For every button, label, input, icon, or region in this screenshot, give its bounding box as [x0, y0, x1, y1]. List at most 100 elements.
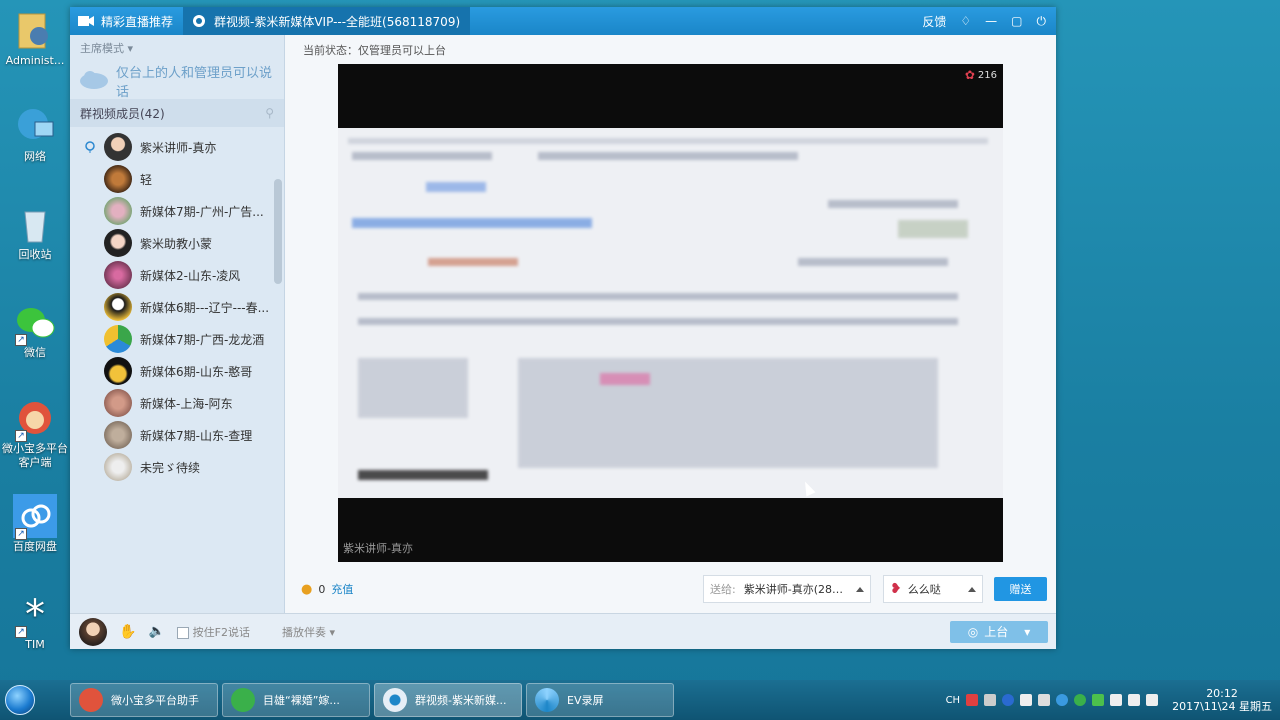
ime-icon[interactable]: [966, 694, 979, 706]
desktop-icon-label: 微小宝多平台客户端: [2, 442, 68, 469]
send-to-select[interactable]: 送给: 紫米讲师-真亦(2805...: [703, 575, 871, 603]
push-to-talk-toggle[interactable]: 按住F2说话: [176, 624, 250, 640]
desktop-icon-network[interactable]: 网络: [2, 104, 68, 164]
title-actions: 反馈 ♢ — ▢ ⏻: [922, 13, 1056, 30]
start-button[interactable]: [0, 680, 40, 720]
microphone-icon[interactable]: [1020, 694, 1033, 706]
member-name: 新媒体6期-山东-憨哥: [140, 364, 253, 379]
recycle-bin-icon: [13, 202, 57, 246]
video-stage[interactable]: ✿ 216 紫米讲师-真亦: [338, 64, 1003, 562]
shortcut-arrow-icon: ↗: [15, 528, 27, 540]
member-item[interactable]: 新媒体6期---辽宁---春...: [70, 291, 284, 323]
desktop-icon-baidu-netdisk[interactable]: ↗ 百度网盘: [2, 494, 68, 554]
chevron-down-icon: ▾: [127, 42, 134, 55]
gift-bar: ● 0 充值 送给: 紫米讲师-真亦(2805... ❥ 么么哒 赠送: [285, 569, 1056, 609]
speaking-icon: [84, 141, 96, 153]
coin-count: 0: [318, 582, 326, 596]
baidu-cloud-icon: ↗: [13, 494, 57, 540]
security-icon[interactable]: [1074, 694, 1087, 706]
desktop-icon-label: Administ...: [5, 54, 65, 67]
member-list-scrollbar[interactable]: [274, 179, 282, 284]
member-item[interactable]: 新媒体2-山东-凌风: [70, 259, 284, 291]
send-gift-button[interactable]: 赠送: [994, 577, 1047, 601]
flower-count: 216: [977, 69, 997, 81]
network-icon[interactable]: [1110, 694, 1123, 706]
member-item[interactable]: 新媒体7期-广西-龙龙酒: [70, 323, 284, 355]
bottom-toolbar: ✋ 🔈 按住F2说话 播放伴奏 ▾ ◎ 上台 ▾: [70, 613, 1056, 649]
notice-text: 仅台上的人和管理员可以说话: [116, 66, 273, 100]
keyboard-icon[interactable]: [984, 694, 997, 706]
speaker-icon[interactable]: 🔈: [148, 624, 164, 639]
help-icon[interactable]: [1002, 694, 1015, 706]
power-icon[interactable]: [1128, 694, 1141, 706]
desktop-icon-administrator[interactable]: Administ...: [2, 8, 68, 68]
member-item[interactable]: 紫米助教小蒙: [70, 227, 284, 259]
member-item[interactable]: 新媒体-上海-阿东: [70, 387, 284, 419]
recharge-link[interactable]: 充值: [331, 581, 353, 597]
network-globe-icon: [13, 104, 57, 148]
desktop-icon-label: 回收站: [18, 248, 52, 261]
play-accompany-label: 播放伴奏: [281, 625, 326, 639]
clock-time: 20:12: [1206, 687, 1238, 700]
chevron-down-icon: ▾: [329, 625, 335, 639]
avatar: [104, 357, 132, 385]
skin-icon[interactable]: ♢: [960, 14, 971, 28]
gift-select[interactable]: ❥ 么么哒: [883, 575, 983, 603]
taskbar-item-label: 目雄“裸婚”嫁...: [263, 694, 340, 707]
folder-icon: [13, 8, 57, 52]
taskbar-item-group-video[interactable]: 群视频-紫米新媒...: [374, 683, 522, 717]
language-indicator[interactable]: CH: [946, 695, 961, 706]
taskbar-item-ev-recorder[interactable]: EV录屏: [526, 683, 674, 717]
speak-notice: 仅台上的人和管理员可以说话: [70, 63, 284, 100]
taskbar-item-label: 群视频-紫米新媒...: [415, 694, 507, 707]
wechat-tray-icon[interactable]: [1092, 694, 1105, 706]
tab-live-recommend[interactable]: 精彩直播推荐: [70, 7, 183, 35]
member-item[interactable]: 轻: [70, 163, 284, 195]
play-accompany-dropdown[interactable]: 播放伴奏 ▾: [282, 624, 335, 640]
clock[interactable]: 20:12 2017\11\24 星期五: [1172, 687, 1272, 713]
minimize-icon[interactable]: —: [985, 14, 997, 28]
system-tray: CH 20:12 2017\11\24 星期五: [946, 680, 1276, 720]
taskbar-item-browser[interactable]: 目雄“裸婚”嫁...: [222, 683, 370, 717]
maximize-icon[interactable]: ▢: [1011, 14, 1022, 28]
send-to-value: 紫米讲师-真亦(2805...: [743, 583, 848, 596]
tab-group-video[interactable]: 群视频-紫米新媒体VIP---全能班(568118709): [183, 7, 471, 35]
desktop-icon-weixiaobao[interactable]: ↗ 微小宝多平台客户端: [2, 396, 68, 470]
person-icon[interactable]: ⚲: [265, 106, 274, 120]
mode-dropdown[interactable]: 主席模式 ▾: [70, 35, 284, 63]
weixiaobao-icon: ↗: [13, 396, 57, 442]
settings-icon[interactable]: [1038, 694, 1051, 706]
member-item[interactable]: 紫米讲师-真亦: [70, 131, 284, 163]
qq-icon[interactable]: [1056, 694, 1069, 706]
desktop-icon-recycle-bin[interactable]: 回收站: [2, 202, 68, 262]
go-on-stage-button[interactable]: ◎ 上台 ▾: [950, 620, 1048, 643]
member-list-header: 群视频成员(42) ⚲: [70, 99, 284, 127]
taskbar-item-weixiaobao[interactable]: 微小宝多平台助手: [70, 683, 218, 717]
my-avatar[interactable]: [79, 617, 107, 646]
hand-raise-icon[interactable]: ✋: [119, 624, 136, 640]
webcam-icon: [191, 14, 207, 28]
taskbar-item-label: EV录屏: [567, 694, 604, 707]
weixiaobao-icon: [79, 688, 103, 712]
volume-icon[interactable]: [1146, 694, 1159, 706]
member-name: 新媒体-上海-阿东: [140, 396, 233, 411]
desktop-icon-tim[interactable]: * ↗ TIM: [2, 592, 68, 652]
desktop-icon-wechat[interactable]: ↗ 微信: [2, 300, 68, 360]
member-name: 新媒体6期---辽宁---春...: [140, 300, 270, 315]
avatar: [104, 293, 132, 321]
video-camera-icon: [78, 14, 94, 28]
member-item[interactable]: 未完ゞ待续: [70, 451, 284, 483]
member-item[interactable]: 新媒体7期-广州-广告...: [70, 195, 284, 227]
title-bar: 精彩直播推荐 群视频-紫米新媒体VIP---全能班(568118709) 反馈 …: [70, 7, 1056, 35]
avatar: [104, 421, 132, 449]
feedback-button[interactable]: 反馈: [922, 13, 946, 30]
avatar: [104, 165, 132, 193]
member-name: 新媒体7期-广西-龙龙酒: [140, 332, 265, 347]
power-close-icon[interactable]: ⏻: [1037, 14, 1047, 29]
ev-recorder-icon: [535, 688, 559, 712]
chevron-up-icon: [968, 586, 976, 592]
member-item[interactable]: 新媒体6期-山东-憨哥: [70, 355, 284, 387]
current-status: 当前状态：仅管理员可以上台: [303, 44, 446, 57]
member-item[interactable]: 新媒体7期-山东-查理: [70, 419, 284, 451]
member-name: 新媒体2-山东-凌风: [140, 268, 241, 283]
